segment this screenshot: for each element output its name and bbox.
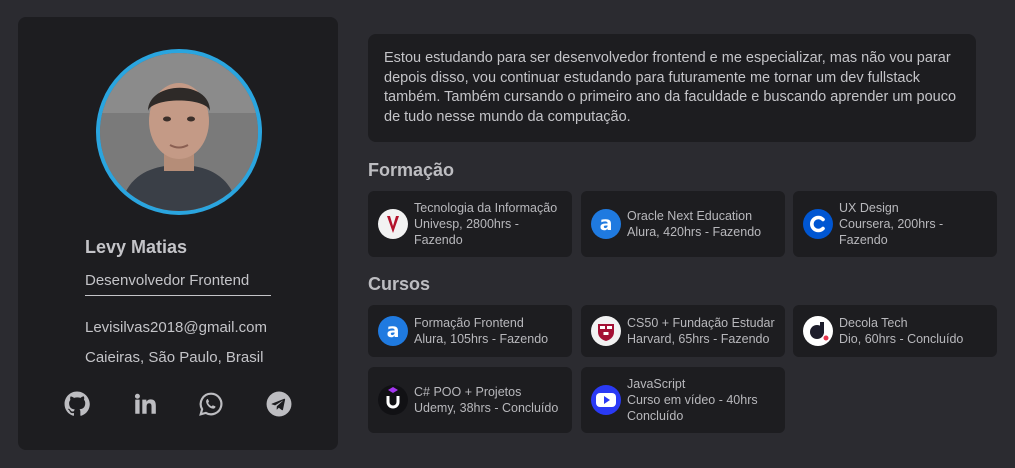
card-detail: Univesp, 2800hrs - bbox=[414, 217, 519, 231]
curso-card-decola[interactable]: Decola Tech Dio, 60hrs - Concluído bbox=[793, 305, 997, 357]
card-detail: Alura, 420hrs - Fazendo bbox=[627, 225, 762, 239]
formacao-card-ti[interactable]: Tecnologia da Informação Univesp, 2800hr… bbox=[368, 191, 572, 257]
social-links bbox=[64, 391, 304, 419]
harvard-logo-icon bbox=[591, 316, 621, 346]
card-detail: Harvard, 65hrs - Fazendo bbox=[627, 332, 770, 346]
card-detail: Coursera, 200hrs - bbox=[839, 217, 944, 231]
profile-email: Levisilvas2018@gmail.com bbox=[85, 319, 267, 336]
card-title: JavaScript bbox=[627, 377, 686, 391]
udemy-logo-icon bbox=[378, 385, 408, 415]
github-icon[interactable] bbox=[64, 391, 90, 417]
card-title: Formação Frontend bbox=[414, 316, 524, 330]
profile-location: Caieiras, São Paulo, Brasil bbox=[85, 349, 264, 366]
coursera-logo-icon bbox=[803, 209, 833, 239]
dio-logo-icon bbox=[803, 316, 833, 346]
card-detail: Dio, 60hrs - Concluído bbox=[839, 332, 964, 346]
svg-text:a: a bbox=[387, 320, 400, 342]
card-title: Oracle Next Education bbox=[627, 209, 753, 223]
card-status: Fazendo bbox=[839, 233, 888, 247]
profile-role: Desenvolvedor Frontend bbox=[85, 272, 271, 296]
card-status: Fazendo bbox=[414, 233, 463, 247]
curso-card-csharp[interactable]: C# POO + Projetos Udemy, 38hrs - Concluí… bbox=[368, 367, 572, 433]
formacao-title: Formação bbox=[368, 160, 455, 180]
card-detail: Udemy, 38hrs - Concluído bbox=[414, 401, 559, 415]
whatsapp-icon[interactable] bbox=[198, 391, 224, 417]
curso-card-cs50[interactable]: CS50 + Fundação Estudar Harvard, 65hrs -… bbox=[581, 305, 785, 357]
cursoemvideo-logo-icon bbox=[591, 385, 621, 415]
card-title: Decola Tech bbox=[839, 316, 908, 330]
alura-logo-icon: a bbox=[378, 316, 408, 346]
formacao-card-ux[interactable]: UX Design Coursera, 200hrs - Fazendo bbox=[793, 191, 997, 257]
card-status: Concluído bbox=[627, 409, 684, 423]
avatar bbox=[96, 49, 262, 215]
card-title: C# POO + Projetos bbox=[414, 385, 522, 399]
curso-card-javascript[interactable]: JavaScript Curso em vídeo - 40hrs Conclu… bbox=[581, 367, 785, 433]
cursos-title: Cursos bbox=[368, 274, 431, 294]
alura-logo-icon: a bbox=[591, 209, 621, 239]
profile-name: Levy Matias bbox=[85, 237, 188, 257]
card-detail: Alura, 105hrs - Fazendo bbox=[414, 332, 549, 346]
svg-text:a: a bbox=[600, 213, 613, 235]
card-title: UX Design bbox=[839, 201, 899, 215]
univesp-logo-icon bbox=[378, 209, 408, 239]
profile-card: Levy Matias Desenvolvedor Frontend Levis… bbox=[18, 17, 338, 450]
card-title: CS50 + Fundação Estudar bbox=[627, 316, 775, 330]
telegram-icon[interactable] bbox=[266, 391, 292, 417]
card-detail: Curso em vídeo - 40hrs bbox=[627, 393, 758, 407]
formacao-card-one[interactable]: a Oracle Next Education Alura, 420hrs - … bbox=[581, 191, 785, 257]
curso-card-frontend[interactable]: a Formação Frontend Alura, 105hrs - Faze… bbox=[368, 305, 572, 357]
card-title: Tecnologia da Informação bbox=[414, 201, 558, 215]
linkedin-icon[interactable] bbox=[132, 391, 158, 417]
about-text: Estou estudando para ser desenvolvedor f… bbox=[368, 34, 976, 142]
